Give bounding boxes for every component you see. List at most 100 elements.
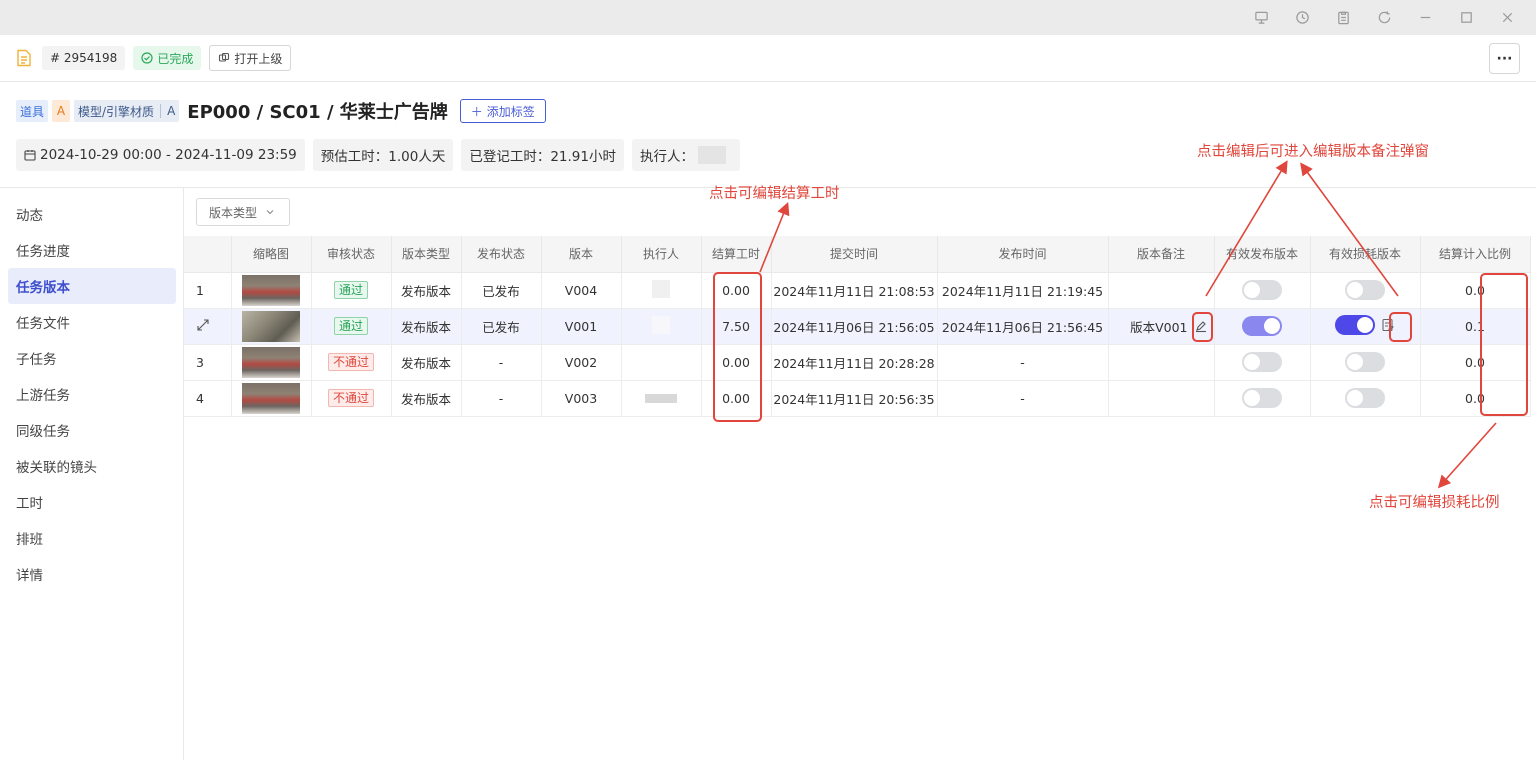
sidebar-item-worktime[interactable]: 工时 — [8, 484, 176, 520]
sidebar-item-activity[interactable]: 动态 — [8, 196, 176, 232]
col-valid-loss: 有效损耗版本 — [1310, 236, 1421, 273]
valid-loss-toggle[interactable] — [1345, 352, 1385, 372]
review-badge: 通过 — [333, 281, 368, 299]
valid-publish-toggle[interactable] — [1242, 352, 1282, 372]
date-range-chip[interactable]: 2024-10-29 00:00 - 2024-11-09 23:59 — [16, 139, 305, 171]
col-publish-time: 发布时间 — [937, 236, 1109, 273]
valid-publish-cell — [1214, 308, 1311, 345]
annotation-note: 点击编辑后可进入编辑版本备注弹窗 — [1197, 144, 1429, 160]
status-badge: 已完成 — [133, 46, 202, 70]
thumbnail[interactable] — [231, 344, 312, 381]
row-index: 1 — [184, 272, 232, 309]
more-button[interactable]: ··· — [1489, 43, 1520, 74]
expand-icon[interactable] — [196, 318, 210, 332]
executor-avatar — [652, 279, 670, 298]
executor-cell — [621, 308, 702, 345]
col-submit-time: 提交时间 — [771, 236, 938, 273]
note-cell — [1108, 380, 1215, 417]
note-cell — [1108, 344, 1215, 381]
page-title: EP000 / SC01 / 华莱士广告牌 — [187, 102, 448, 123]
table-row[interactable]: 3 不通过 发布版本 - V002 0.00 2024年11月11日 20:28… — [184, 344, 1531, 381]
open-parent-button[interactable]: 打开上级 — [209, 45, 292, 71]
sidebar-item-upstream[interactable]: 上游任务 — [8, 376, 176, 412]
clipboard-icon[interactable] — [1323, 0, 1364, 35]
review-badge: 通过 — [333, 317, 368, 335]
task-id-tag: # 2954198 — [42, 46, 126, 70]
executor-cell — [621, 344, 702, 381]
thumbnail[interactable] — [231, 308, 312, 345]
version-type-filter[interactable]: 版本类型 — [196, 198, 290, 226]
executor-avatar — [645, 393, 677, 403]
executor-label: 执行人： — [639, 149, 694, 165]
review-cell: 通过 — [311, 272, 392, 309]
sidebar-item-details[interactable]: 详情 — [8, 556, 176, 592]
review-cell: 不通过 — [311, 344, 392, 381]
thumbnail[interactable] — [231, 380, 312, 417]
link-icon — [219, 52, 230, 62]
sidebar-item-progress[interactable]: 任务进度 — [8, 232, 176, 268]
submit-time-cell: 2024年11月06日 21:56:05 — [771, 308, 938, 345]
col-index — [184, 236, 232, 273]
row-index: 4 — [184, 380, 232, 417]
table-row[interactable]: 4 不通过 发布版本 - V003 0.00 2024年11月11日 20:56… — [184, 380, 1531, 417]
type-cell: 发布版本 — [391, 272, 462, 309]
executor-avatar — [697, 146, 726, 164]
thumbnail-image — [242, 310, 300, 342]
tag-category-level: A — [167, 104, 176, 118]
logged-hours: 已登记工时：21.91小时 — [469, 149, 616, 165]
thumbnail-image — [242, 274, 300, 306]
tag-category-label: 模型/引擎材质 — [78, 104, 155, 119]
table-row[interactable]: 1 通过 发布版本 已发布 V004 0.00 2024年11月11日 21:0… — [184, 272, 1531, 309]
maximize-icon[interactable] — [1446, 0, 1487, 35]
col-type: 版本类型 — [391, 236, 462, 273]
valid-publish-toggle[interactable] — [1242, 280, 1282, 300]
col-version: 版本 — [541, 236, 622, 273]
review-badge: 不通过 — [327, 389, 374, 407]
valid-publish-toggle[interactable] — [1242, 316, 1282, 336]
col-valid-publish: 有效发布版本 — [1214, 236, 1311, 273]
col-review: 审核状态 — [311, 236, 392, 273]
annotation-ratio: 点击可编辑损耗比例 — [1369, 495, 1500, 511]
type-cell: 发布版本 — [391, 380, 462, 417]
annotation-hours: 点击可编辑结算工时 — [709, 186, 840, 202]
valid-publish-cell — [1214, 380, 1311, 417]
version-cell: V002 — [541, 344, 622, 381]
presentation-icon[interactable] — [1241, 0, 1282, 35]
version-cell: V004 — [541, 272, 622, 309]
executor-chip[interactable]: 执行人： — [631, 139, 740, 171]
date-range: 2024-10-29 00:00 - 2024-11-09 23:59 — [40, 147, 297, 163]
tag-separator — [160, 104, 162, 118]
valid-loss-cell — [1310, 272, 1421, 309]
review-badge: 不通过 — [327, 353, 374, 371]
chevron-down-icon — [266, 210, 274, 215]
tag-category: 模型/引擎材质 A — [74, 100, 180, 122]
logged-hours-chip: 已登记工时：21.91小时 — [461, 139, 624, 171]
publish-cell: 已发布 — [461, 272, 542, 309]
sidebar-item-linked-shots[interactable]: 被关联的镜头 — [8, 448, 176, 484]
sidebar-item-siblings[interactable]: 同级任务 — [8, 412, 176, 448]
executor-cell — [621, 272, 702, 309]
refresh-icon[interactable] — [1364, 0, 1405, 35]
valid-loss-toggle[interactable] — [1345, 388, 1385, 408]
annotation-box-hours — [713, 272, 762, 422]
task-topbar: # 2954198 已完成 打开上级 ··· — [0, 35, 1536, 82]
history-icon[interactable] — [1282, 0, 1323, 35]
sidebar-item-schedule[interactable]: 排班 — [8, 520, 176, 556]
add-tag-button[interactable]: ＋ 添加标签 — [459, 99, 546, 123]
thumbnail[interactable] — [231, 272, 312, 309]
close-icon[interactable] — [1487, 0, 1528, 35]
valid-loss-toggle[interactable] — [1335, 314, 1375, 335]
sidebar-item-versions[interactable]: 任务版本 — [8, 268, 176, 304]
expand-cell — [184, 308, 232, 345]
sidebar-item-subtasks[interactable]: 子任务 — [8, 340, 176, 376]
minimize-icon[interactable] — [1405, 0, 1446, 35]
valid-loss-toggle[interactable] — [1345, 280, 1385, 300]
submit-time-cell: 2024年11月11日 21:08:53 — [771, 272, 938, 309]
valid-publish-toggle[interactable] — [1242, 388, 1282, 408]
review-cell: 通过 — [311, 308, 392, 345]
thumbnail-image — [242, 346, 300, 378]
annotation-box-note-edit — [1192, 312, 1213, 342]
annotation-box-ratio — [1480, 273, 1528, 416]
sidebar-item-files[interactable]: 任务文件 — [8, 304, 176, 340]
table-row[interactable]: 通过 发布版本 已发布 V001 7.50 2024年11月06日 21:56:… — [184, 308, 1531, 345]
